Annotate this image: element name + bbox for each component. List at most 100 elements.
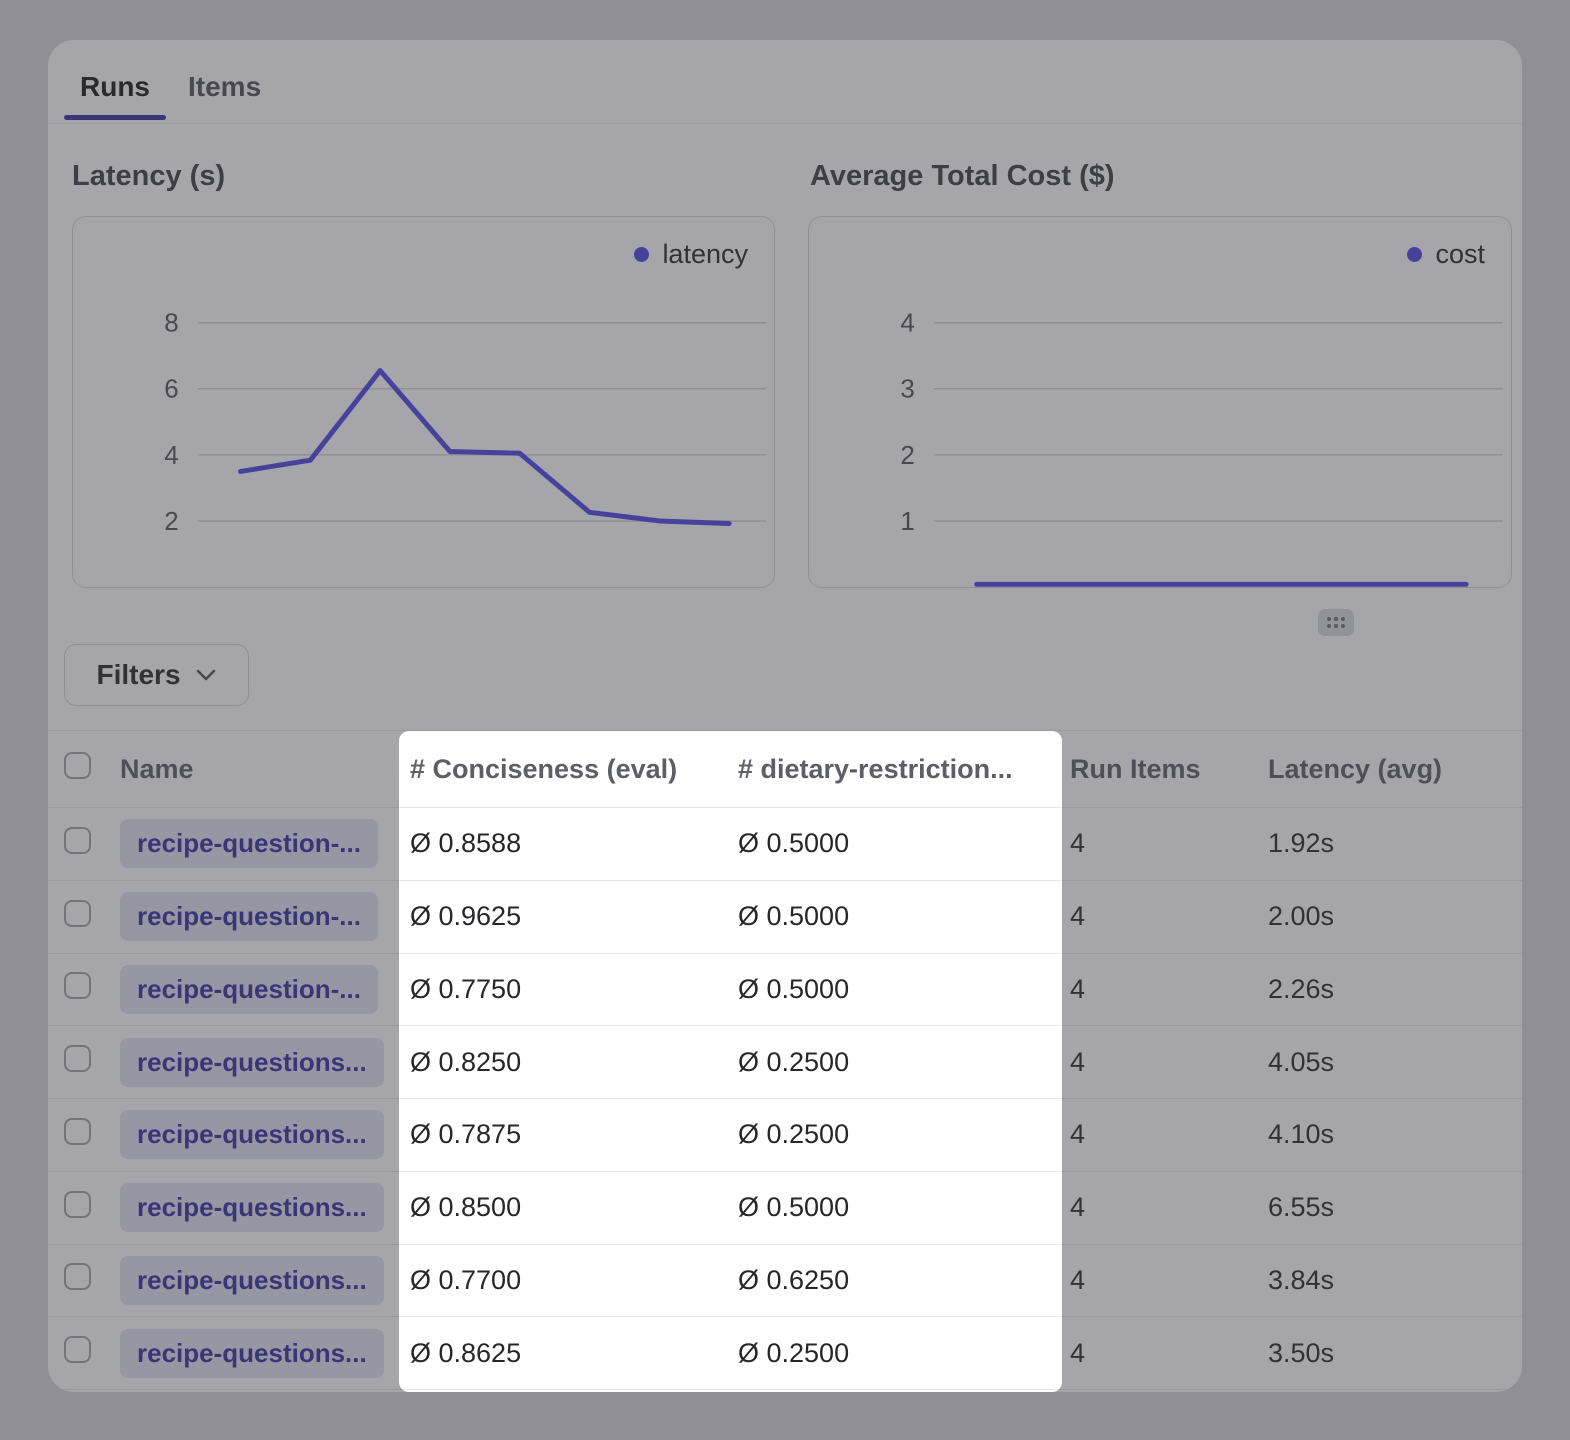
table-row[interactable]: recipe-questions... Ø 0.7700 Ø 0.6250 4 …: [48, 1245, 1522, 1318]
filters-label: Filters: [96, 659, 180, 691]
latency-legend: latency: [634, 239, 748, 270]
run-name-badge[interactable]: recipe-questions...: [120, 1110, 384, 1159]
tab-bar: Runs Items: [80, 70, 261, 104]
dietary-score: Ø 0.6250: [738, 1265, 1070, 1296]
legend-label: cost: [1435, 239, 1485, 270]
row-checkbox-cell: [64, 1191, 120, 1225]
conciseness-score: Ø 0.8588: [410, 828, 738, 859]
row-checkbox-cell: [64, 1336, 120, 1370]
run-items-count: 4: [1070, 828, 1268, 859]
run-name-cell: recipe-question-...: [120, 965, 410, 1014]
column-header-conciseness: # Conciseness (eval): [410, 754, 738, 785]
row-checkbox[interactable]: [64, 827, 91, 854]
table-row[interactable]: recipe-question-... Ø 0.7750 Ø 0.5000 4 …: [48, 954, 1522, 1027]
svg-text:8: 8: [164, 310, 178, 338]
run-items-count: 4: [1070, 1265, 1268, 1296]
run-name-cell: recipe-questions...: [120, 1110, 410, 1159]
header-checkbox-cell: [64, 752, 120, 786]
dietary-score: Ø 0.5000: [738, 1192, 1070, 1223]
row-checkbox-cell: [64, 972, 120, 1006]
conciseness-score: Ø 0.8500: [410, 1192, 738, 1223]
tab-runs[interactable]: Runs: [80, 70, 150, 104]
dietary-score: Ø 0.2500: [738, 1338, 1070, 1369]
row-checkbox[interactable]: [64, 972, 91, 999]
latency-avg: 3.84s: [1268, 1265, 1522, 1296]
dietary-score: Ø 0.5000: [738, 828, 1070, 859]
row-checkbox[interactable]: [64, 1336, 91, 1363]
svg-text:6: 6: [164, 376, 178, 404]
svg-text:4: 4: [164, 442, 178, 470]
latency-avg: 2.26s: [1268, 974, 1522, 1005]
run-name-cell: recipe-question-...: [120, 892, 410, 941]
row-checkbox-cell: [64, 827, 120, 861]
table-row[interactable]: recipe-questions... Ø 0.8500 Ø 0.5000 4 …: [48, 1172, 1522, 1245]
conciseness-score: Ø 0.8625: [410, 1338, 738, 1369]
cost-chart-title: Average Total Cost ($): [810, 160, 1115, 193]
dietary-score: Ø 0.5000: [738, 974, 1070, 1005]
run-items-count: 4: [1070, 1338, 1268, 1369]
run-name-badge[interactable]: recipe-questions...: [120, 1256, 384, 1305]
latency-chart: 8 6 4 2 latency: [72, 216, 775, 588]
cost-chart: 4 3 2 1 cost: [808, 216, 1512, 588]
column-header-run-items: Run Items: [1070, 754, 1268, 785]
select-all-checkbox[interactable]: [64, 752, 91, 779]
svg-text:2: 2: [164, 508, 178, 536]
run-name-cell: recipe-question-...: [120, 819, 410, 868]
dietary-score: Ø 0.5000: [738, 901, 1070, 932]
legend-dot-icon: [634, 247, 649, 262]
run-items-count: 4: [1070, 1119, 1268, 1150]
table-header-row: Name # Conciseness (eval) # dietary-rest…: [48, 730, 1522, 808]
runs-panel: Runs Items Latency (s) Average Total Cos…: [48, 40, 1522, 1392]
latency-avg: 1.92s: [1268, 828, 1522, 859]
run-name-badge[interactable]: recipe-question-...: [120, 965, 378, 1014]
row-checkbox-cell: [64, 900, 120, 934]
row-checkbox-cell: [64, 1118, 120, 1152]
tab-items-label: Items: [188, 71, 261, 102]
run-items-count: 4: [1070, 1192, 1268, 1223]
row-checkbox[interactable]: [64, 1191, 91, 1218]
svg-text:2: 2: [900, 442, 914, 470]
latency-avg: 6.55s: [1268, 1192, 1522, 1223]
svg-text:1: 1: [900, 508, 914, 536]
latency-chart-title: Latency (s): [72, 160, 225, 193]
run-items-count: 4: [1070, 901, 1268, 932]
run-name-badge[interactable]: recipe-questions...: [120, 1038, 384, 1087]
svg-text:4: 4: [900, 310, 914, 338]
svg-text:3: 3: [900, 376, 914, 404]
dietary-score: Ø 0.2500: [738, 1119, 1070, 1150]
cost-line-chart: 4 3 2 1: [809, 217, 1511, 587]
row-checkbox[interactable]: [64, 1118, 91, 1145]
table-row[interactable]: recipe-questions... Ø 0.7875 Ø 0.2500 4 …: [48, 1099, 1522, 1172]
table-body: recipe-question-... Ø 0.8588 Ø 0.5000 4 …: [48, 808, 1522, 1390]
chevron-down-icon: [195, 668, 217, 682]
run-name-badge[interactable]: recipe-question-...: [120, 819, 378, 868]
row-checkbox[interactable]: [64, 900, 91, 927]
conciseness-score: Ø 0.7875: [410, 1119, 738, 1150]
page: Runs Items Latency (s) Average Total Cos…: [0, 0, 1570, 1440]
table-row[interactable]: recipe-question-... Ø 0.8588 Ø 0.5000 4 …: [48, 808, 1522, 881]
run-items-count: 4: [1070, 974, 1268, 1005]
tab-runs-label: Runs: [80, 71, 150, 102]
dietary-score: Ø 0.2500: [738, 1047, 1070, 1078]
table-row[interactable]: recipe-questions... Ø 0.8625 Ø 0.2500 4 …: [48, 1317, 1522, 1390]
row-checkbox-cell: [64, 1045, 120, 1079]
row-checkbox[interactable]: [64, 1045, 91, 1072]
latency-avg: 4.10s: [1268, 1119, 1522, 1150]
table-row[interactable]: recipe-question-... Ø 0.9625 Ø 0.5000 4 …: [48, 881, 1522, 954]
run-name-cell: recipe-questions...: [120, 1183, 410, 1232]
run-name-badge[interactable]: recipe-question-...: [120, 892, 378, 941]
tab-items[interactable]: Items: [188, 70, 261, 104]
row-checkbox[interactable]: [64, 1263, 91, 1290]
column-header-name: Name: [120, 754, 410, 785]
latency-avg: 3.50s: [1268, 1338, 1522, 1369]
run-name-badge[interactable]: recipe-questions...: [120, 1183, 384, 1232]
run-name-cell: recipe-questions...: [120, 1256, 410, 1305]
run-name-cell: recipe-questions...: [120, 1038, 410, 1087]
filters-button[interactable]: Filters: [64, 644, 249, 706]
tab-divider: [48, 123, 1522, 124]
column-header-dietary: # dietary-restriction...: [738, 754, 1070, 785]
latency-avg: 2.00s: [1268, 901, 1522, 932]
table-row[interactable]: recipe-questions... Ø 0.8250 Ø 0.2500 4 …: [48, 1026, 1522, 1099]
run-name-badge[interactable]: recipe-questions...: [120, 1329, 384, 1378]
drag-handle[interactable]: [1318, 609, 1354, 636]
